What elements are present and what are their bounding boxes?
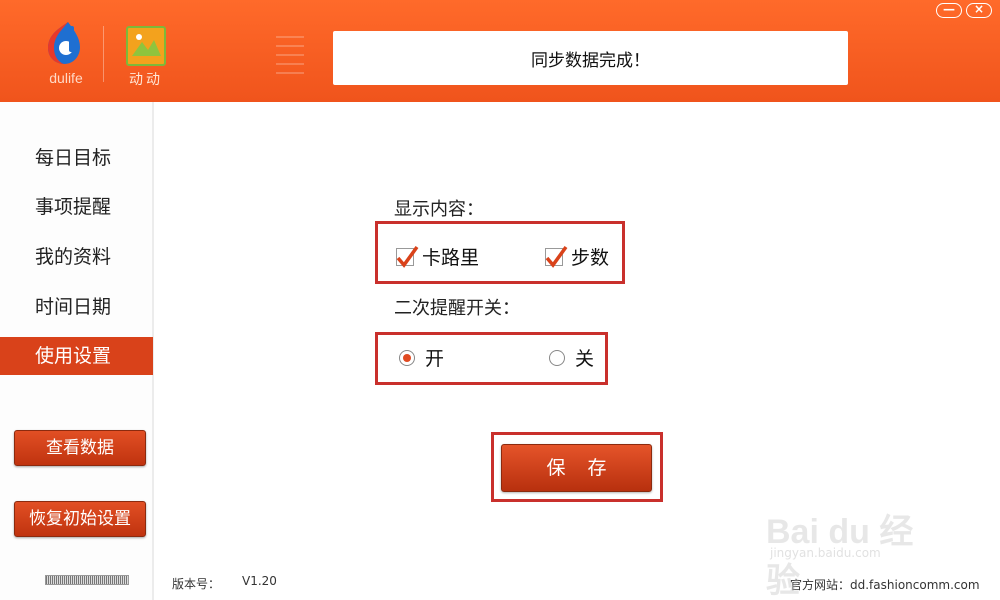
restore-defaults-button[interactable]: 恢复初始设置 — [14, 501, 146, 537]
dulife-logo: dulife — [38, 20, 94, 88]
sidebar-item-reminders[interactable]: 事项提醒 — [0, 188, 153, 226]
dongdong-logo: 动动 — [120, 24, 172, 88]
save-button[interactable]: 保 存 — [501, 444, 652, 492]
sidebar: 每日目标 事项提醒 我的资料 时间日期 使用设置 查看数据 恢复初始设置 — [0, 102, 154, 600]
view-data-button[interactable]: 查看数据 — [14, 430, 146, 466]
display-content-label: 显示内容： — [394, 199, 484, 220]
version-label: 版本号： — [172, 577, 221, 591]
close-button[interactable]: × — [966, 3, 992, 18]
dulife-logo-text: dulife — [49, 70, 83, 86]
steps-label: 步数 — [571, 247, 610, 269]
header-divider — [103, 26, 104, 82]
app-header: dulife 动动 同步数据完成！ — × — [0, 0, 1000, 102]
checkmark-icon — [396, 245, 419, 268]
dulife-logo-icon — [48, 22, 80, 64]
baidu-watermark: Bai du 经验 jingyan.baidu.com — [766, 490, 946, 600]
calories-checkbox[interactable] — [396, 245, 419, 268]
header-grip — [276, 36, 304, 76]
window-controls: — × — [936, 3, 992, 18]
watermark-url: jingyan.baidu.com — [770, 546, 881, 560]
calories-option[interactable]: 卡路里 — [396, 243, 479, 270]
sync-status-message: 同步数据完成！ — [333, 31, 848, 85]
minimize-button[interactable]: — — [936, 3, 962, 18]
sidebar-item-settings[interactable]: 使用设置 — [0, 337, 153, 375]
reminder-on-label: 开 — [425, 348, 445, 370]
dongdong-logo-text: 动动 — [129, 72, 163, 88]
reminder-off-radio[interactable] — [549, 349, 565, 366]
progress-indicator — [45, 575, 129, 585]
reminder-switch-label: 二次提醒开关： — [394, 298, 520, 319]
reminder-off-label: 关 — [575, 348, 595, 370]
sidebar-item-time-date[interactable]: 时间日期 — [0, 288, 153, 326]
sidebar-item-my-profile[interactable]: 我的资料 — [0, 238, 153, 276]
reminder-off-option[interactable]: 关 — [549, 344, 594, 371]
sidebar-item-daily-goal[interactable]: 每日目标 — [0, 139, 153, 177]
steps-option[interactable]: 步数 — [545, 243, 609, 270]
reminder-on-radio[interactable] — [399, 349, 415, 366]
reminder-on-option[interactable]: 开 — [399, 344, 444, 371]
calories-label: 卡路里 — [422, 247, 480, 269]
steps-checkbox[interactable] — [545, 245, 568, 268]
version-value: V1.20 — [242, 574, 277, 588]
checkmark-icon — [545, 245, 568, 268]
dongdong-logo-icon — [126, 26, 166, 66]
